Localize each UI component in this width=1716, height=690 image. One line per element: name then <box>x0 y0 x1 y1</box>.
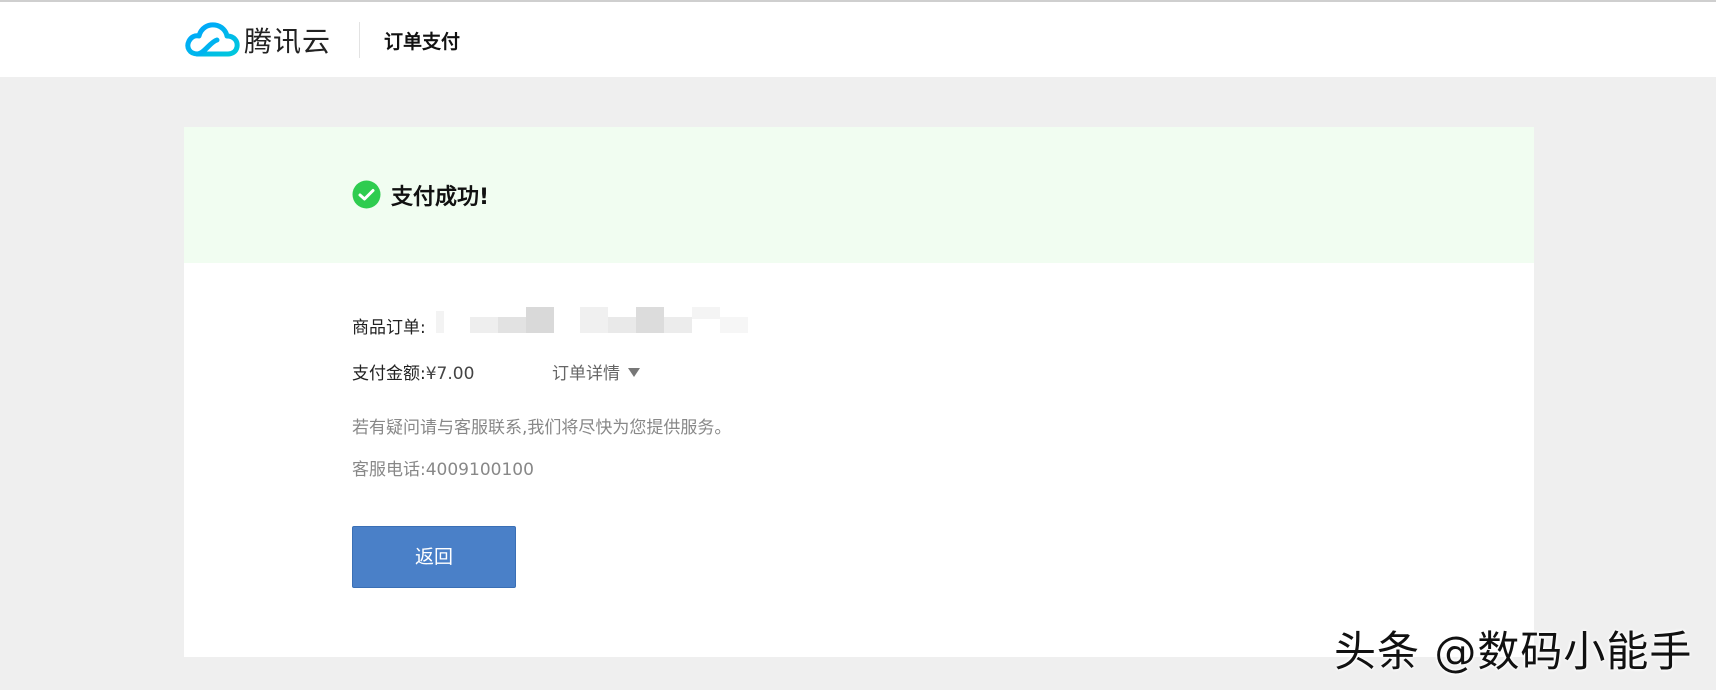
cloud-logo-icon <box>185 22 240 57</box>
payment-amount-label: 支付金额: <box>352 364 426 384</box>
phone-value: 4009100100 <box>425 460 534 480</box>
phone-row: 客服电话:4009100100 <box>352 455 534 480</box>
payment-result-card: 支付成功! 商品订单: 支付金额:¥7.00 订单详情 若有疑问请与客服联系,我… <box>184 127 1534 657</box>
check-circle-icon <box>352 180 381 209</box>
payment-amount-value: ¥7.00 <box>425 364 475 384</box>
phone-label: 客服电话: <box>352 460 426 480</box>
order-number-label: 商品订单: <box>352 318 426 338</box>
header-divider <box>359 22 360 58</box>
caret-down-icon <box>628 368 640 377</box>
order-number-row: 商品订单: <box>352 313 426 338</box>
success-banner: 支付成功! <box>184 127 1534 263</box>
order-number-redacted <box>436 307 796 337</box>
logo-text: 腾讯云 <box>244 25 332 58</box>
order-detail-toggle[interactable]: 订单详情 <box>552 359 640 384</box>
contact-note: 若有疑问请与客服联系,我们将尽快为您提供服务。 <box>352 418 732 438</box>
payment-amount-row: 支付金额:¥7.00 <box>352 359 474 384</box>
back-button[interactable]: 返回 <box>352 526 516 588</box>
top-bar: 腾讯云 订单支付 <box>0 0 1716 77</box>
order-detail-label: 订单详情 <box>552 364 620 384</box>
watermark: 头条 @数码小能手 <box>1334 627 1693 676</box>
success-message: 支付成功! <box>391 185 490 210</box>
page-title: 订单支付 <box>384 31 461 53</box>
tencent-cloud-logo[interactable]: 腾讯云 <box>184 20 331 60</box>
